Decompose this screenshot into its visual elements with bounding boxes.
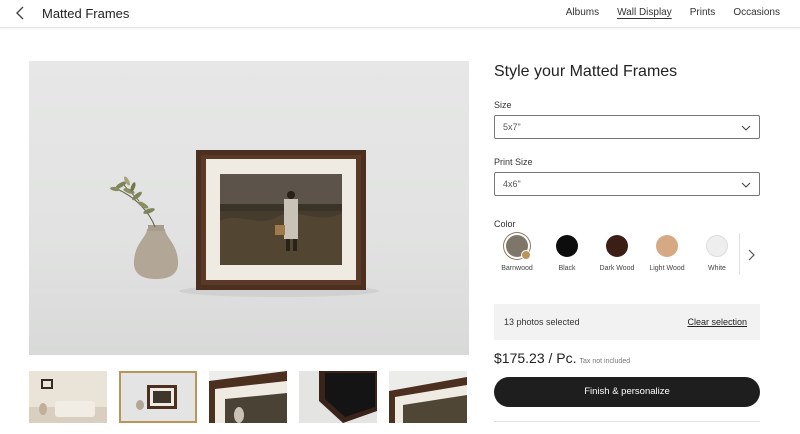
size-select[interactable]: 5x7" bbox=[494, 115, 760, 139]
swatch-black[interactable]: Black bbox=[544, 230, 590, 278]
nav-prints[interactable]: Prints bbox=[690, 7, 716, 18]
swatch-dark-wood[interactable]: Dark Wood bbox=[594, 230, 640, 278]
page-title: Matted Frames bbox=[42, 6, 130, 21]
finish-personalize-button[interactable]: Finish & personalize bbox=[494, 377, 760, 407]
product-main-image bbox=[29, 61, 469, 355]
nav-albums[interactable]: Albums bbox=[566, 7, 599, 18]
thumbnail-living-room[interactable] bbox=[29, 371, 107, 423]
nav-wall-display[interactable]: Wall Display bbox=[617, 7, 672, 18]
print-size-select-value: 4x6" bbox=[503, 179, 521, 189]
check-icon bbox=[521, 250, 531, 260]
selection-bar: 13 photos selected Clear selection bbox=[494, 304, 760, 340]
framed-photo-illustration bbox=[196, 150, 366, 290]
size-select-value: 5x7" bbox=[503, 122, 521, 132]
chevron-right-icon[interactable] bbox=[745, 248, 757, 262]
swatch-light-wood[interactable]: Light Wood bbox=[644, 230, 690, 278]
swatch-divider bbox=[739, 233, 740, 275]
print-size-select[interactable]: 4x6" bbox=[494, 172, 760, 196]
thumbnail-frame-front[interactable] bbox=[119, 371, 197, 423]
chevron-down-icon bbox=[741, 182, 751, 188]
photos-selected-count: 13 photos selected bbox=[504, 317, 580, 327]
divider bbox=[494, 421, 760, 422]
vase-illustration bbox=[110, 176, 179, 279]
price-amount: $175.23 / Pc. bbox=[494, 350, 577, 366]
panel-title: Style your Matted Frames bbox=[494, 63, 678, 80]
top-nav: Albums Wall Display Prints Occasions bbox=[566, 7, 780, 18]
swatch-white[interactable]: White bbox=[694, 230, 740, 278]
color-label: Color bbox=[494, 219, 516, 229]
swatch-barnwood[interactable]: Barnwood bbox=[494, 230, 540, 278]
price: $175.23 / Pc. Tax not included bbox=[494, 350, 630, 366]
thumbnail-frame-angle[interactable] bbox=[389, 371, 467, 423]
swatch-dot bbox=[606, 235, 628, 257]
chevron-down-icon bbox=[741, 125, 751, 131]
tax-note: Tax not included bbox=[579, 358, 631, 365]
thumbnail-strip bbox=[29, 371, 469, 423]
top-header: Matted Frames Albums Wall Display Prints… bbox=[0, 0, 800, 28]
color-swatches: Barnwood Black Dark Wood Light Wood Whit… bbox=[494, 230, 760, 280]
nav-occasions[interactable]: Occasions bbox=[733, 7, 780, 18]
size-label: Size bbox=[494, 100, 512, 110]
print-size-label: Print Size bbox=[494, 157, 533, 167]
thumbnail-frame-back[interactable] bbox=[299, 371, 377, 423]
back-arrow-icon[interactable] bbox=[12, 4, 30, 22]
swatch-dot bbox=[706, 235, 728, 257]
swatch-dot bbox=[656, 235, 678, 257]
clear-selection-link[interactable]: Clear selection bbox=[687, 317, 747, 327]
swatch-dot bbox=[556, 235, 578, 257]
thumbnail-frame-corner-closeup[interactable] bbox=[209, 371, 287, 423]
